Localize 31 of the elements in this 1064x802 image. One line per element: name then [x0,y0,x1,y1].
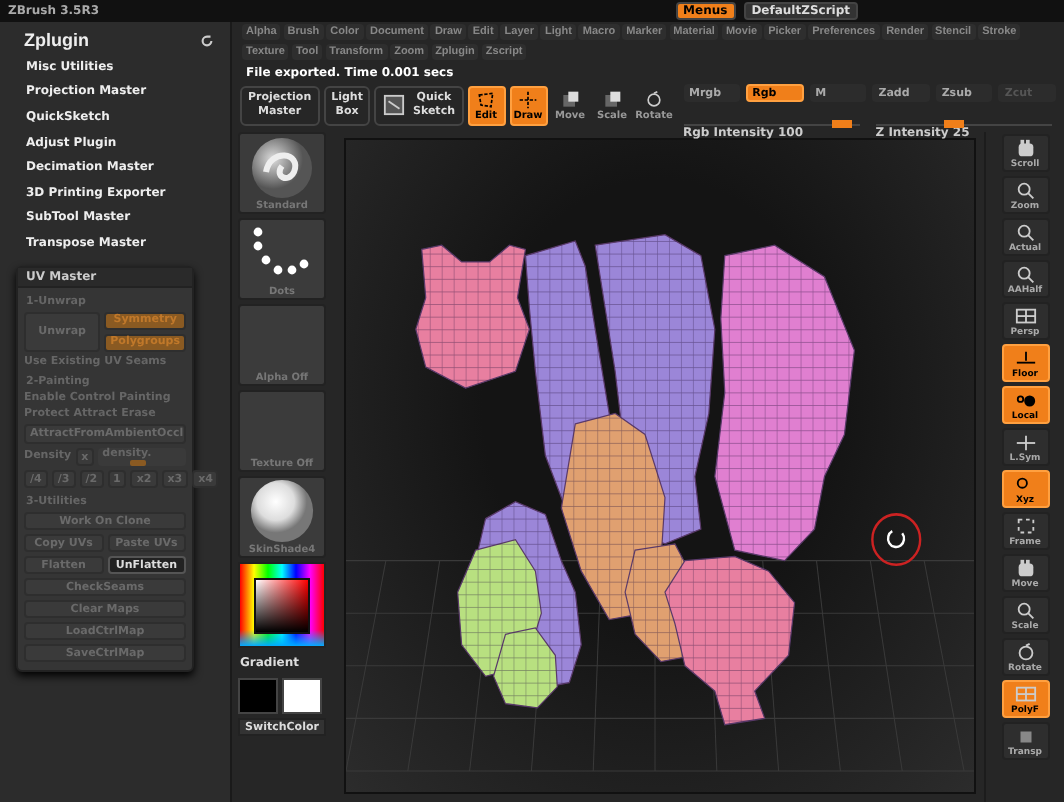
magnifier-icon [1013,180,1037,202]
cross-icon [1013,432,1037,454]
rotate-icon [642,89,666,109]
hand-icon [1013,558,1037,580]
frame-icon [1013,516,1037,538]
material-sphere-icon [248,478,316,544]
brush-sphere-icon [250,135,314,199]
floor-icon [1013,348,1037,370]
color-swatch[interactable] [282,678,322,714]
crosshair-icon [516,89,540,109]
cube-icon [600,89,624,109]
rotate-icon [1013,642,1037,664]
magnifier-icon [1013,600,1037,622]
slider-thumb[interactable] [129,459,146,466]
sketch-icon [382,94,407,116]
magnifier-icon [1013,222,1037,244]
magnifier-icon [1013,264,1037,286]
sphere-icon [1013,390,1037,412]
edit-frame-icon [474,89,498,109]
grid-icon [1013,684,1037,706]
refresh-icon[interactable] [200,33,214,47]
canvas[interactable] [344,138,976,794]
color-picker[interactable] [238,562,326,648]
palette-title: Zplugin [24,30,89,50]
hand-icon [1013,138,1037,160]
slider-thumb[interactable] [831,120,852,128]
rotate-cursor-icon [871,513,922,567]
slider-thumb[interactable] [944,120,965,128]
cube-icon [558,89,582,109]
color-swatch[interactable] [238,678,278,714]
grid-icon [1013,306,1037,328]
